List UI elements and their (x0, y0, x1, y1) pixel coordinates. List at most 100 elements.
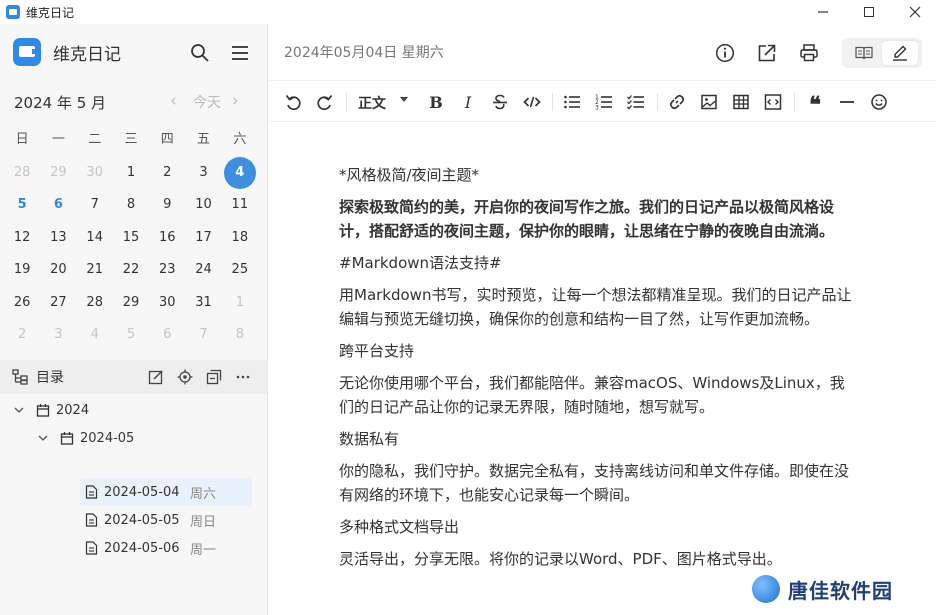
entry-content[interactable]: *风格极简/夜间主题* 探索极致简约的美，开启你的夜间写作之旅。我们的日记产品以极… (339, 163, 857, 579)
task-list-button[interactable] (626, 92, 646, 112)
calendar-day[interactable]: 25 (222, 254, 258, 286)
collapse-all-button[interactable] (206, 369, 222, 385)
calendar-day-number: 4 (223, 156, 256, 189)
ordered-list-button[interactable]: 123 (594, 92, 614, 112)
calendar-day[interactable]: 23 (149, 254, 185, 286)
heading-dropdown[interactable]: 正文 (358, 93, 386, 113)
quote-button[interactable]: ❝ (805, 92, 825, 118)
calendar-day[interactable]: 27 (40, 287, 76, 319)
calendar-month-label: 2024 年 5 月 (14, 93, 107, 112)
more-options-button[interactable] (235, 369, 251, 385)
calendar-day[interactable]: 5 (4, 189, 40, 221)
calendar-weekday-label: 三 (124, 132, 138, 148)
calendar-day[interactable]: 26 (4, 287, 40, 319)
calendar-day[interactable]: 22 (113, 254, 149, 286)
calendar-day[interactable]: 2 (4, 319, 40, 351)
toolbar-divider (346, 93, 347, 111)
emoji-button[interactable] (869, 92, 889, 112)
calendar-day[interactable]: 28 (77, 287, 113, 319)
tree-node-entry-active[interactable]: 2024-05-04 周六 (80, 478, 252, 506)
calendar-day[interactable]: 17 (185, 222, 221, 254)
calendar-day[interactable]: 7 (185, 319, 221, 351)
calendar-day[interactable]: 3 (40, 319, 76, 351)
close-button[interactable] (892, 0, 936, 24)
search-button[interactable] (190, 43, 210, 63)
new-entry-button[interactable] (148, 369, 164, 385)
calendar-day-number: 23 (158, 262, 176, 278)
maximize-button[interactable] (846, 0, 892, 24)
export-button[interactable] (757, 43, 777, 63)
calendar-day[interactable]: 11 (222, 189, 258, 221)
calendar-day[interactable]: 15 (113, 222, 149, 254)
info-button[interactable] (715, 43, 735, 63)
calendar-day[interactable]: 29 (113, 287, 149, 319)
tree-node-entry[interactable]: 2024-05-05 周日 (80, 506, 252, 534)
redo-icon (317, 94, 333, 111)
calendar-day[interactable]: 31 (185, 287, 221, 319)
calendar-day[interactable]: 13 (40, 222, 76, 254)
calendar-next-button[interactable]: › (232, 91, 239, 111)
calendar-day[interactable]: 2 (149, 157, 185, 189)
bullet-list-button[interactable] (562, 92, 582, 112)
print-button[interactable] (799, 43, 819, 63)
read-mode-button[interactable] (846, 41, 882, 65)
tree-node-month[interactable]: 2024-05 (38, 424, 134, 452)
edit-mode-button[interactable] (882, 41, 918, 65)
link-icon (669, 94, 685, 110)
minimize-button[interactable] (800, 0, 846, 24)
sidebar-header: 维克日记 (0, 24, 267, 80)
horizontal-rule-button[interactable] (837, 92, 857, 112)
calendar-day[interactable]: 19 (4, 254, 40, 286)
window-title: 维克日记 (26, 5, 75, 20)
calendar-day[interactable]: 5 (113, 319, 149, 351)
locate-button[interactable] (177, 369, 193, 385)
calendar-day[interactable]: 6 (40, 189, 76, 221)
tree-node-year[interactable]: 2024 (14, 396, 89, 424)
insert-table-button[interactable] (731, 92, 751, 112)
calendar-day-selected[interactable]: 4 (222, 156, 258, 189)
calendar-day[interactable]: 8 (113, 189, 149, 221)
calendar-day-number: 30 (86, 164, 103, 180)
inline-code-button[interactable] (522, 92, 542, 112)
calendar-day[interactable]: 3 (185, 157, 221, 189)
calendar-day[interactable]: 28 (4, 157, 40, 189)
calendar-day[interactable]: 29 (40, 157, 76, 189)
editor-area[interactable]: *风格极简/夜间主题* 探索极致简约的美，开启你的夜间写作之旅。我们的日记产品以极… (269, 123, 936, 615)
content-paragraph: 灵活导出，分享无限。将你的记录以Word、PDF、图片格式导出。 (339, 550, 782, 568)
calendar-day[interactable]: 14 (77, 222, 113, 254)
calendar-day[interactable]: 1 (222, 287, 258, 319)
calendar-day[interactable]: 20 (40, 254, 76, 286)
tree-node-weekday: 周一 (190, 542, 217, 558)
search-icon (191, 44, 209, 62)
link-button[interactable] (667, 92, 687, 112)
calendar-today-button[interactable]: 今天 (193, 92, 221, 112)
calendar-day[interactable]: 30 (77, 157, 113, 189)
menu-button[interactable] (230, 44, 250, 62)
calendar-day[interactable]: 8 (222, 319, 258, 351)
calendar-day[interactable]: 30 (149, 287, 185, 319)
calendar-day[interactable]: 10 (185, 189, 221, 221)
calendar-day[interactable]: 1 (113, 157, 149, 189)
calendar-day[interactable]: 7 (77, 189, 113, 221)
code-block-button[interactable] (763, 92, 783, 112)
tree-node-weekday: 周六 (190, 486, 217, 502)
italic-button[interactable]: I (458, 92, 478, 112)
tree-node-label: 2024-05 (80, 430, 135, 446)
undo-button[interactable] (283, 92, 303, 112)
calendar-day[interactable]: 6 (149, 319, 185, 351)
insert-image-button[interactable] (699, 92, 719, 112)
tree-node-entry[interactable]: 2024-05-06 周一 (80, 534, 252, 562)
print-icon (800, 44, 818, 62)
calendar-day[interactable]: 21 (77, 254, 113, 286)
calendar-day[interactable]: 12 (4, 222, 40, 254)
calendar-day[interactable]: 9 (149, 189, 185, 221)
calendar-day[interactable]: 4 (77, 319, 113, 351)
calendar-day[interactable]: 24 (185, 254, 221, 286)
calendar-day-number: 6 (163, 327, 172, 343)
redo-button[interactable] (315, 92, 335, 112)
bold-button[interactable]: B (426, 92, 446, 112)
calendar-prev-button[interactable]: ‹ (170, 91, 177, 111)
strikethrough-button[interactable] (490, 92, 510, 112)
calendar-day[interactable]: 18 (222, 222, 258, 254)
calendar-day[interactable]: 16 (149, 222, 185, 254)
